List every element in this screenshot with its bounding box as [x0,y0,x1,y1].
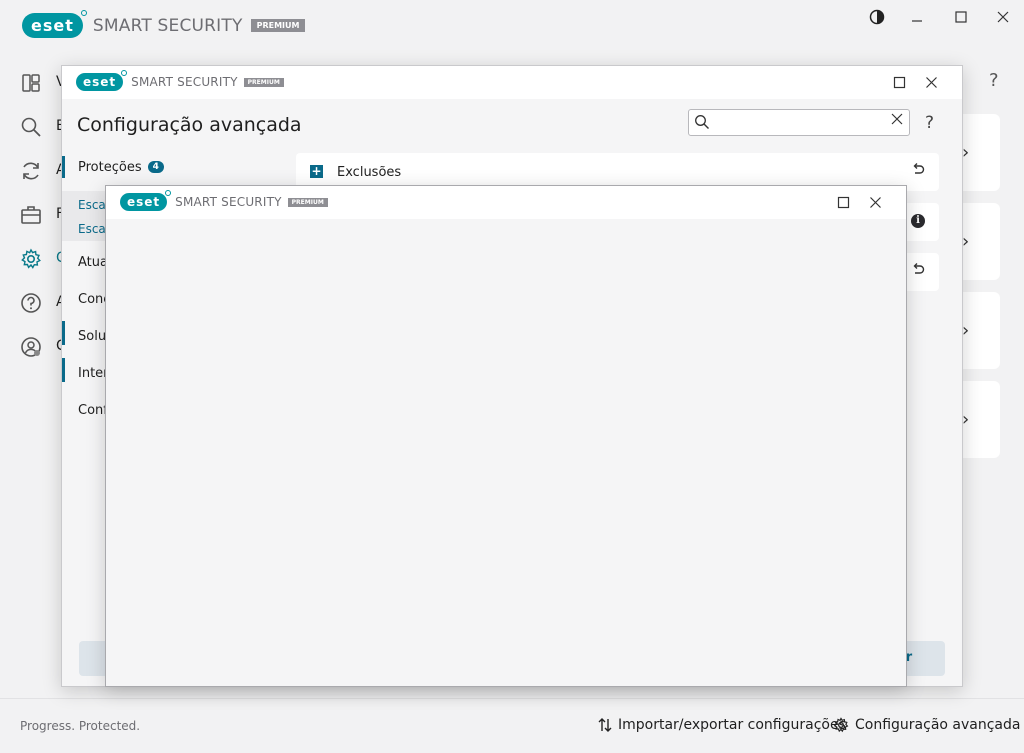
advanced-setup-link[interactable]: Configuração avançada [833,717,1020,733]
nav-indicator [62,156,65,178]
product-name: SMART SECURITY [92,15,243,36]
edition-badge: PREMIUM [243,77,284,87]
clear-search-icon[interactable] [890,112,904,130]
info-icon[interactable]: i [911,214,925,228]
footer: Progress. Protected. Importar/exportar c… [0,698,1024,753]
dialog-logo: eset SMART SECURITY PREMIUM [76,70,284,91]
nav-item-interface[interactable]: Inter [78,366,109,381]
nav-indicator [62,321,65,345]
revert-icon[interactable] [911,262,925,280]
nav-indicator [62,358,65,382]
search-input[interactable] [715,113,885,132]
product-name: SMART SECURITY [175,195,282,209]
settings-card[interactable]: › [962,203,1000,280]
maximize-icon[interactable] [950,6,972,28]
maximize-icon[interactable] [833,192,853,212]
gear-icon [833,717,849,733]
import-export-icon [598,718,612,732]
dialog-help-icon[interactable]: ? [925,113,934,133]
update-icon[interactable] [20,160,50,190]
count-badge: 4 [147,161,164,173]
account-icon[interactable] [20,336,50,366]
main-header: eset SMART SECURITY PREMIUM [0,0,1024,52]
page-title: Configuração avançada [77,114,302,136]
app-logo: eset SMART SECURITY PREMIUM [22,10,306,38]
settings-card[interactable]: › [962,114,1000,191]
close-icon[interactable] [865,192,885,212]
chevron-right-icon: › [962,409,970,430]
exclusions-label: Exclusões [337,165,402,180]
product-name: SMART SECURITY [131,75,238,89]
overview-icon[interactable] [20,72,50,102]
inner-dialog-content [106,219,906,686]
nav-item-label: Proteções [78,160,142,175]
theme-toggle-icon[interactable] [866,6,888,28]
help-icon[interactable] [20,292,50,322]
nav-item-protections[interactable]: Proteções 4 [78,160,164,175]
expand-plus-icon[interactable]: + [310,165,323,178]
chevron-right-icon: › [962,320,970,341]
chevron-right-icon: › [962,231,970,252]
minimize-icon[interactable] [906,6,928,28]
settings-card[interactable]: › [962,292,1000,369]
import-export-link[interactable]: Importar/exportar configurações [598,717,846,733]
scan-icon[interactable] [20,116,50,146]
nav-item-update[interactable]: Atua [78,255,108,270]
close-icon[interactable] [921,72,941,92]
advanced-setup-label: Configuração avançada [855,717,1021,733]
chevron-right-icon: › [962,142,970,163]
nav-item-config[interactable]: Conf [78,403,108,418]
close-icon[interactable] [992,6,1014,28]
dialog-titlebar: eset SMART SECURITY PREMIUM [106,186,906,219]
import-export-label: Importar/exportar configurações [618,717,846,733]
dialog-titlebar: eset SMART SECURITY PREMIUM [62,66,962,99]
eset-logo-mark: eset [76,70,128,91]
eset-logo-mark: eset [22,10,87,38]
search-icon [694,114,710,134]
edition-badge: PREMIUM [250,19,306,32]
dialog-logo: eset SMART SECURITY PREMIUM [120,190,328,211]
search-box[interactable] [688,109,910,136]
maximize-icon[interactable] [889,72,909,92]
revert-icon[interactable] [911,162,925,180]
settings-card[interactable]: › [962,381,1000,458]
tools-icon[interactable] [20,204,50,234]
footer-status: Progress. Protected. [20,719,141,733]
settings-gear-icon[interactable] [20,248,50,278]
main-help-icon[interactable]: ? [989,70,999,91]
edition-badge: PREMIUM [287,197,328,207]
inner-dialog: eset SMART SECURITY PREMIUM [105,185,907,687]
eset-logo-mark: eset [120,190,172,211]
